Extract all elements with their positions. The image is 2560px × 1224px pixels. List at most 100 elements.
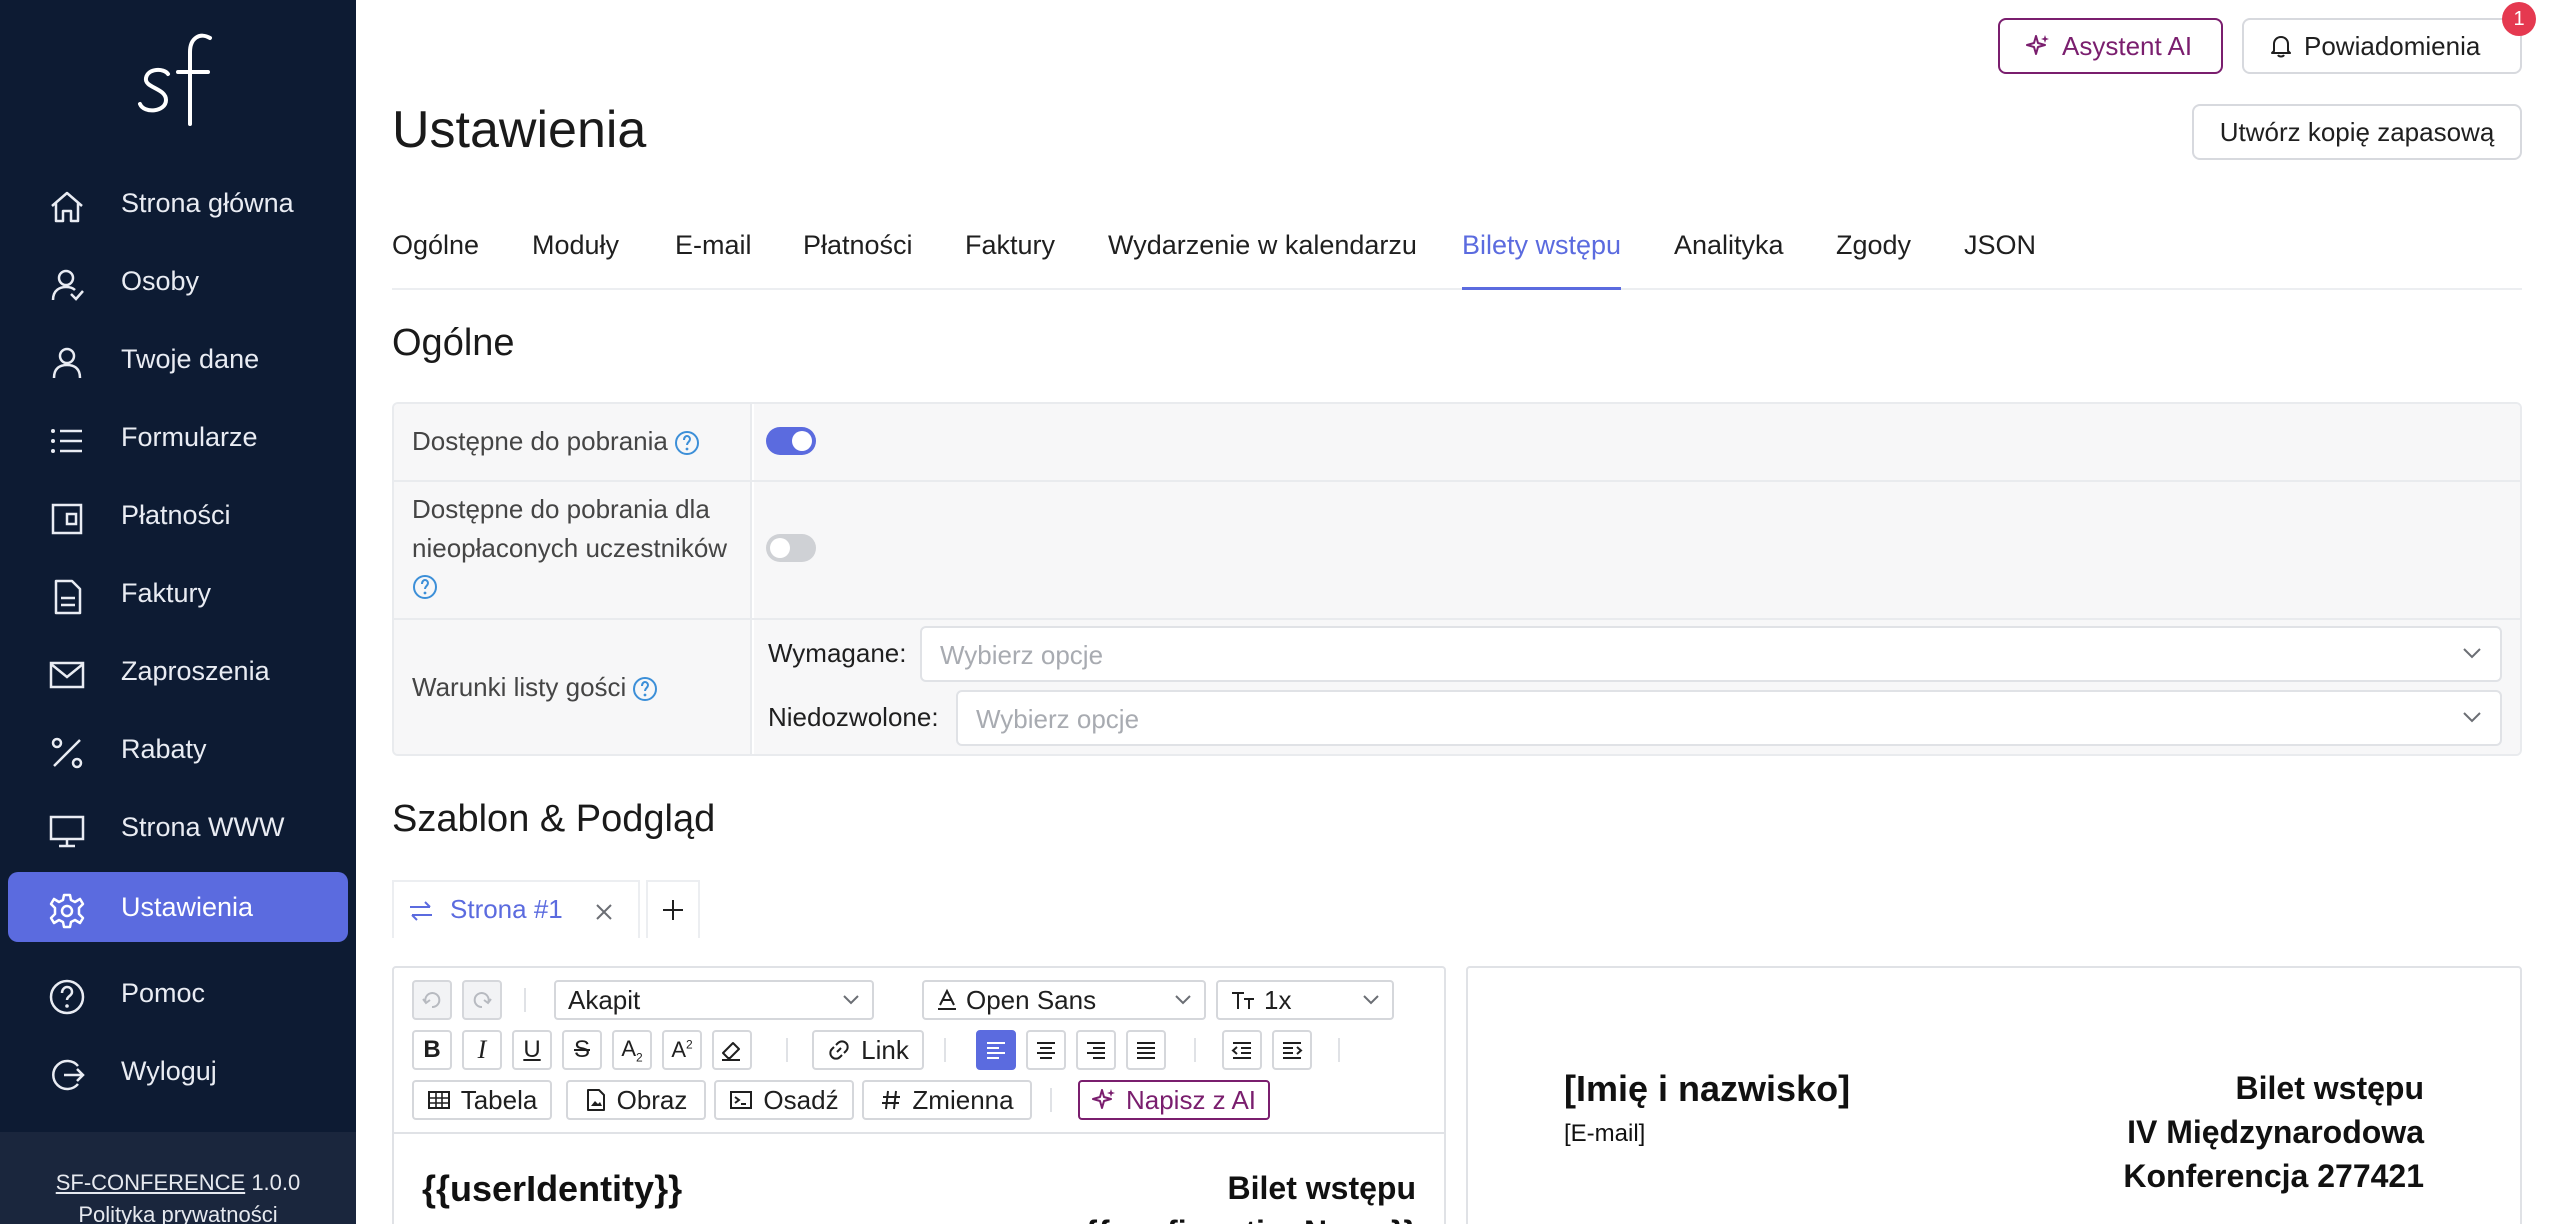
sidebar-item-label: Formularze	[121, 421, 258, 452]
embed-button[interactable]: Osadź	[714, 1080, 854, 1120]
sidebar-item-settings[interactable]: Ustawienia	[8, 872, 348, 942]
indent-button[interactable]	[1272, 1030, 1312, 1070]
align-justify-button[interactable]	[1126, 1030, 1166, 1070]
sidebar-item-invoices[interactable]: Faktury	[8, 558, 348, 628]
sidebar-item-label: Osoby	[121, 265, 200, 296]
unpaid-label-line2: nieopłaconych uczestników	[412, 533, 728, 563]
align-right-icon	[1087, 1042, 1105, 1059]
backup-button[interactable]: Utwórz kopię zapasową	[2192, 104, 2522, 160]
sidebar: Strona główna Osoby Twoje dane Formularz…	[0, 0, 356, 1224]
italic-button[interactable]: I	[462, 1030, 502, 1070]
tab-invoices[interactable]: Faktury	[965, 230, 1055, 290]
size-select[interactable]: 1x	[1216, 980, 1394, 1020]
sidebar-item-people[interactable]: Osoby	[8, 246, 348, 316]
outdent-button[interactable]	[1222, 1030, 1262, 1070]
close-icon[interactable]	[594, 902, 614, 922]
align-center-button[interactable]	[1026, 1030, 1066, 1070]
wallet-icon	[51, 503, 83, 535]
image-label: Obraz	[616, 1084, 688, 1115]
footer-version: SF-CONFERENCE 1.0.0	[0, 1170, 356, 1196]
tab-general[interactable]: Ogólne	[392, 230, 479, 290]
variable-button[interactable]: Zmienna	[862, 1080, 1032, 1120]
chevron-down-icon	[2463, 648, 2481, 659]
logout-icon	[52, 1059, 85, 1091]
align-left-button[interactable]	[976, 1030, 1016, 1070]
ticket-preview: [Imię i nazwisko] [E-mail] Bilet wstępu …	[1466, 966, 2522, 1224]
preview-conference-line2: Konferencja 277421	[2123, 1158, 2424, 1194]
sidebar-item-payments[interactable]: Płatności	[8, 480, 348, 550]
forbidden-select[interactable]: Wybierz opcje	[956, 690, 2502, 746]
underline-button[interactable]: U	[512, 1030, 552, 1070]
add-page-button[interactable]	[646, 880, 700, 938]
ai-assistant-button[interactable]: Asystent AI	[1998, 18, 2223, 74]
ai-write-button[interactable]: Napisz z AI	[1078, 1080, 1270, 1120]
link-button[interactable]: Link	[812, 1030, 924, 1070]
bold-button[interactable]: B	[412, 1030, 452, 1070]
image-button[interactable]: Obraz	[566, 1080, 706, 1120]
sidebar-item-discounts[interactable]: Rabaty	[8, 714, 348, 784]
download-toggle[interactable]	[766, 427, 816, 455]
align-right-button[interactable]	[1076, 1030, 1116, 1070]
tab-analytics[interactable]: Analityka	[1674, 230, 1784, 290]
user-icon	[52, 347, 82, 379]
document-icon	[54, 579, 82, 615]
help-circle-icon[interactable]	[674, 430, 700, 456]
unpaid-label-line1: Dostępne do pobrania dla	[412, 494, 710, 524]
sidebar-item-label: Wyloguj	[121, 1055, 217, 1086]
undo-button[interactable]	[412, 980, 452, 1020]
text-size-icon	[1232, 992, 1254, 1009]
guestlist-label-row: Warunki listy gości	[412, 668, 658, 707]
page-tab-1[interactable]: Strona #1	[392, 880, 640, 938]
underline-icon: U	[523, 1036, 541, 1063]
toolbar-separator	[786, 1038, 788, 1062]
sidebar-item-home[interactable]: Strona główna	[8, 168, 348, 238]
sidebar-item-label: Strona WWW	[121, 811, 285, 842]
highlight-button[interactable]	[712, 1030, 752, 1070]
toolbar-separator	[1050, 1088, 1052, 1112]
version-text: 1.0.0	[251, 1170, 301, 1195]
privacy-link[interactable]: Polityka prywatności	[0, 1202, 356, 1224]
unpaid-download-toggle[interactable]	[766, 534, 816, 562]
tab-payments[interactable]: Płatności	[803, 230, 913, 290]
sidebar-item-logout[interactable]: Wyloguj	[8, 1036, 348, 1106]
paragraph-select[interactable]: Akapit	[554, 980, 874, 1020]
editor-toolbar: Akapit Open Sans 1x B I U S A2 A2 Link T…	[394, 968, 1444, 1134]
table-button[interactable]: Tabela	[412, 1080, 552, 1120]
notifications-button[interactable]: Powiadomienia	[2242, 18, 2522, 74]
tab-consents[interactable]: Zgody	[1836, 230, 1911, 290]
tab-modules[interactable]: Moduły	[532, 230, 619, 290]
toggle-knob	[792, 431, 812, 451]
help-circle-icon[interactable]	[632, 676, 658, 702]
eraser-icon	[722, 1042, 740, 1061]
product-link[interactable]: SF-CONFERENCE	[56, 1170, 245, 1195]
redo-button[interactable]	[462, 980, 502, 1020]
preview-ticket-heading: Bilet wstępu IV Międzynarodowa Konferenc…	[2123, 1066, 2424, 1198]
sidebar-item-your-data[interactable]: Twoje dane	[8, 324, 348, 394]
tab-tickets[interactable]: Bilety wstępu	[1462, 230, 1622, 290]
tab-json[interactable]: JSON	[1964, 230, 2036, 290]
sidebar-item-label: Pomoc	[121, 977, 206, 1008]
editor-ticket-title: Bilet wstępu	[1227, 1170, 1416, 1206]
required-select[interactable]: Wybierz opcje	[920, 626, 2502, 682]
superscript-button[interactable]: A2	[662, 1030, 702, 1070]
sidebar-item-forms[interactable]: Formularze	[8, 402, 348, 472]
notifications-label: Powiadomienia	[2304, 30, 2481, 61]
sidebar-item-website[interactable]: Strona WWW	[8, 792, 348, 862]
editor-content[interactable]: {{userIdentity}} Bilet wstępu {{confirma…	[394, 1136, 1444, 1224]
editor-user-identity: {{userIdentity}}	[422, 1168, 683, 1209]
sidebar-item-help[interactable]: Pomoc	[8, 958, 348, 1028]
unpaid-label-row: Dostępne do pobrania dla nieopłaconych u…	[412, 490, 727, 611]
chevron-down-icon	[1363, 995, 1379, 1005]
sparkle-icon	[2026, 35, 2049, 55]
sidebar-item-invitations[interactable]: Zaproszenia	[8, 636, 348, 706]
strikethrough-button[interactable]: S	[562, 1030, 602, 1070]
required-placeholder: Wybierz opcje	[940, 640, 1104, 670]
tab-calendar-event[interactable]: Wydarzenie w kalendarzu	[1108, 230, 1417, 290]
subscript-button[interactable]: A2	[612, 1030, 652, 1070]
sf-logo[interactable]	[136, 30, 220, 126]
help-circle-icon[interactable]	[412, 574, 438, 600]
sidebar-item-label: Płatności	[121, 499, 231, 530]
font-select[interactable]: Open Sans	[922, 980, 1206, 1020]
tab-email[interactable]: E-mail	[675, 230, 752, 290]
envelope-icon	[49, 661, 85, 689]
